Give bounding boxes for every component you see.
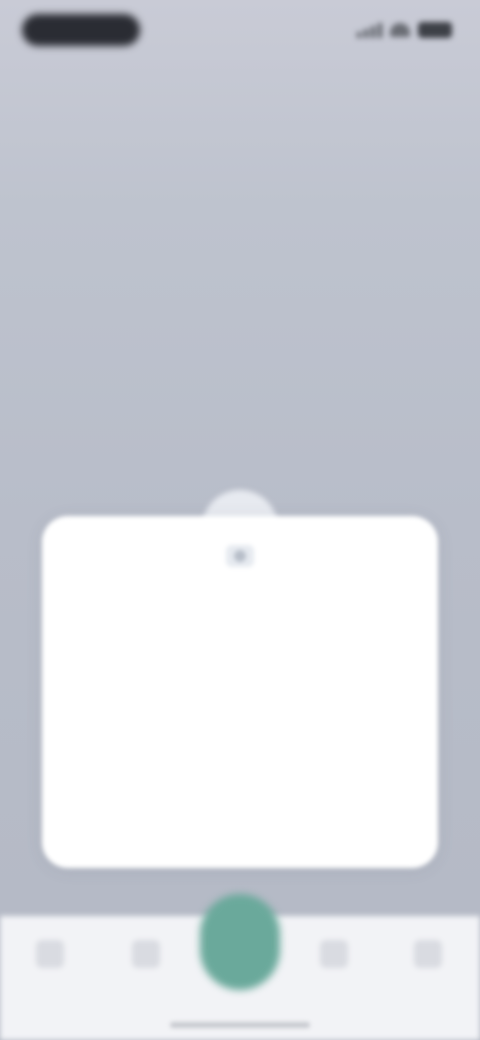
info-icon bbox=[217, 536, 263, 576]
nav-item[interactable] bbox=[36, 940, 64, 968]
status-icons bbox=[357, 22, 452, 38]
modal-body bbox=[86, 654, 386, 684]
battery-icon bbox=[418, 22, 452, 38]
wifi-icon bbox=[390, 23, 410, 37]
nav-item[interactable] bbox=[320, 940, 348, 968]
nav-item[interactable] bbox=[132, 940, 160, 968]
add-button[interactable] bbox=[200, 894, 280, 990]
info-modal bbox=[42, 490, 438, 890]
nav-item[interactable] bbox=[414, 940, 442, 968]
status-bar bbox=[0, 0, 480, 60]
status-time bbox=[22, 14, 140, 46]
modal-card bbox=[42, 516, 438, 868]
home-indicator bbox=[170, 1022, 310, 1028]
signal-icon bbox=[357, 22, 382, 38]
